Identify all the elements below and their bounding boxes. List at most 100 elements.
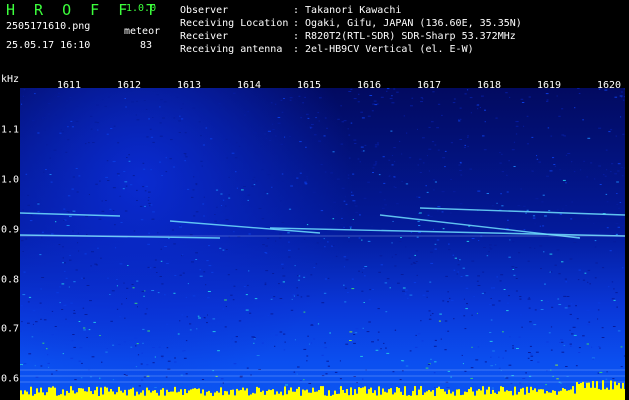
noise-pixel: [149, 267, 152, 269]
noise-pixel: [496, 276, 498, 278]
noise-pixel: [377, 339, 379, 341]
signal-bar: [170, 391, 172, 400]
noise-pixel: [410, 263, 413, 265]
noise-pixel: [559, 213, 563, 215]
noise-pixel: [267, 237, 270, 239]
noise-pixel: [166, 347, 169, 349]
signal-bar: [490, 393, 492, 400]
noise-pixel: [430, 358, 432, 360]
signal-bar: [176, 392, 178, 400]
noise-pixel: [47, 354, 49, 356]
noise-pixel: [504, 350, 507, 352]
noise-pixel: [536, 158, 539, 160]
noise-pixel: [355, 328, 359, 330]
noise-pixel: [95, 183, 98, 185]
noise-pixel: [313, 134, 317, 136]
noise-pixel: [344, 301, 347, 303]
noise-pixel: [469, 168, 472, 170]
noise-pixel: [55, 114, 57, 116]
y-tick-label: 0.6: [1, 373, 20, 385]
noise-pixel: [203, 196, 205, 198]
signal-bar: [356, 393, 358, 400]
noise-pixel: [304, 181, 307, 183]
noise-pixel: [335, 255, 338, 257]
signal-bar: [360, 388, 362, 400]
noise-pixel: [130, 184, 133, 186]
observer-key: Observer: [180, 5, 229, 16]
noise-pixel: [498, 300, 501, 302]
noise-pixel: [248, 270, 250, 272]
signal-bar: [484, 394, 486, 400]
noise-pixel: [200, 160, 203, 162]
signal-bar: [436, 387, 438, 400]
noise-pixel: [416, 274, 418, 276]
signal-bar: [90, 391, 92, 400]
noise-pixel: [378, 174, 381, 176]
noise-pixel: [568, 305, 571, 307]
noise-pixel: [215, 189, 219, 191]
noise-pixel: [152, 347, 155, 348]
signal-bar: [614, 381, 616, 400]
noise-pixel: [532, 215, 536, 217]
noise-pixel: [367, 181, 370, 183]
noise-pixel: [466, 240, 470, 242]
noise-pixel: [105, 351, 108, 353]
noise-pixel: [548, 332, 551, 334]
noise-pixel: [490, 365, 494, 367]
noise-pixel: [390, 130, 393, 132]
noise-pixel: [227, 274, 230, 276]
noise-pixel: [290, 185, 293, 187]
noise-pixel: [527, 357, 530, 359]
noise-pixel: [364, 275, 366, 277]
noise-pixel: [573, 171, 576, 173]
noise-pixel: [202, 203, 205, 205]
signal-bar: [20, 390, 22, 400]
noise-pixel: [192, 189, 195, 191]
noise-pixel: [86, 337, 88, 338]
signal-bar: [58, 395, 60, 400]
signal-bar: [232, 389, 234, 400]
noise-pixel: [378, 271, 381, 273]
noise-pixel: [508, 364, 512, 366]
noise-pixel: [325, 373, 328, 375]
noise-pixel: [264, 284, 267, 286]
noise-pixel: [146, 364, 149, 366]
signal-bar: [472, 391, 474, 400]
signal-bar: [420, 386, 422, 400]
signal-bar: [412, 390, 414, 400]
noise-pixel: [51, 334, 54, 336]
noise-pixel: [612, 378, 615, 380]
noise-pixel: [422, 98, 424, 100]
noise-pixel: [303, 311, 306, 313]
noise-pixel: [380, 264, 383, 266]
noise-pixel: [534, 223, 536, 225]
noise-pixel: [413, 262, 417, 264]
noise-pixel: [444, 150, 447, 152]
noise-pixel: [350, 88, 353, 90]
signal-bar: [132, 387, 134, 400]
noise-pixel: [261, 218, 265, 220]
noise-pixel: [616, 306, 618, 308]
noise-pixel: [515, 290, 518, 292]
noise-pixel: [249, 312, 252, 314]
signal-bar: [506, 390, 508, 400]
noise-pixel: [343, 120, 347, 122]
noise-pixel: [507, 219, 509, 221]
noise-pixel: [349, 340, 352, 341]
noise-pixel: [584, 272, 587, 274]
noise-pixel: [165, 171, 168, 173]
signal-bar: [624, 389, 625, 400]
noise-pixel: [518, 336, 521, 338]
noise-pixel: [561, 351, 565, 353]
noise-pixel: [306, 295, 310, 297]
noise-pixel: [48, 366, 50, 368]
noise-pixel: [69, 96, 72, 98]
noise-pixel: [447, 291, 449, 293]
signal-bar: [194, 388, 196, 400]
noise-pixel: [315, 263, 318, 265]
signal-bar: [586, 382, 588, 400]
noise-pixel: [547, 300, 549, 302]
noise-pixel: [345, 203, 348, 205]
noise-pixel: [434, 361, 437, 363]
signal-bar: [270, 390, 272, 400]
